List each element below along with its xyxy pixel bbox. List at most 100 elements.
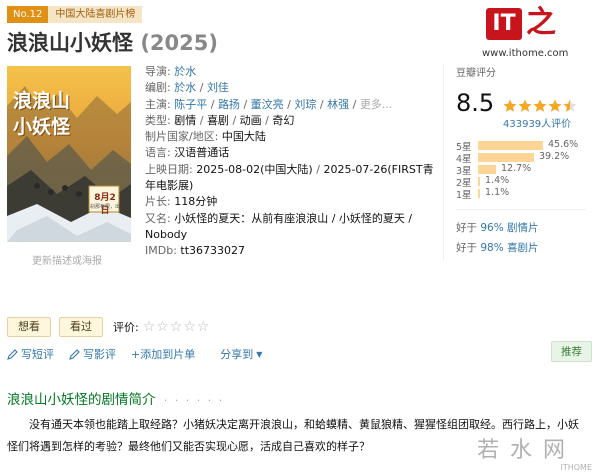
divider [443, 64, 444, 260]
separator: / [352, 97, 357, 111]
summary-title-dots: · · · · · · [163, 394, 225, 407]
rating-dist-label: 1星 [456, 190, 472, 201]
genre-value: 奇幻 [272, 113, 295, 127]
genre-value: 剧情 [174, 113, 197, 127]
better-than-genre-link[interactable]: 98% 喜剧片 [480, 242, 538, 254]
better-than-prefix: 好于 [456, 222, 477, 234]
cast-link[interactable]: 陈子平 [174, 98, 207, 111]
rating-dist-row: 4星 39.2% [456, 151, 596, 165]
better-than-prefix: 好于 [456, 242, 477, 254]
writer-link[interactable]: 於水 [174, 81, 196, 94]
separator: / [243, 97, 248, 111]
action-bar: 想看 看过 评价: ☆☆☆☆☆ [7, 317, 210, 337]
aka-value: 小妖怪的夏天：从前有座浪浪山 / 小妖怪的夏天 / Nobody [145, 211, 413, 241]
movie-year: (2025) [140, 31, 218, 55]
info-language-row: 语言: 汉语普通话 [145, 145, 435, 161]
better-than-row: 好于 96% 剧情片 [456, 218, 596, 238]
rating-dist-percent: 45.6% [548, 139, 579, 150]
info-director-row: 导演: 於水 [145, 64, 435, 80]
it-logo-mark: IT [486, 8, 522, 40]
separator: / [210, 97, 215, 111]
movie-info: 导演: 於水 编剧: 於水 / 刘佳 主演: 陈子平 / 路扬 / 董汶亮 / … [145, 64, 435, 260]
info-imdb-row: IMDb: tt36733027 [145, 243, 435, 259]
release-label: 上映日期: [145, 162, 193, 176]
write-review-label: 写影评 [83, 348, 116, 361]
share-dropdown[interactable]: 分享到 ▼ [220, 346, 262, 362]
release-date: 2025-08-02(中国大陆) [196, 162, 313, 176]
watermark: 若水网 [476, 438, 576, 463]
genre-label: 类型: [145, 113, 171, 127]
info-writer-row: 编剧: 於水 / 刘佳 [145, 80, 435, 96]
rating-dist-row: 3星 12.7% [456, 163, 596, 177]
ithome-logo: IT 之 www.ithome.com [482, 6, 592, 68]
rating-dist-row: 2星 1.4% [456, 175, 596, 189]
info-genre-row: 类型: 剧情 / 喜剧 / 动画 / 奇幻 [145, 113, 435, 129]
info-country-row: 制片国家/地区: 中国大陆 [145, 129, 435, 145]
better-than-genre-link[interactable]: 96% 剧情片 [480, 222, 538, 234]
score-row: 8.5 433939人评价 [456, 79, 596, 130]
write-review-button[interactable]: 写影评 [69, 346, 116, 362]
aka-label: 又名: [145, 211, 171, 225]
better-than-row: 好于 98% 喜剧片 [456, 238, 596, 258]
recommend-button[interactable]: 推荐 [551, 341, 592, 362]
genre-value: 喜剧 [206, 113, 229, 127]
stars-icon [503, 99, 577, 112]
language-value: 汉语普通话 [174, 146, 230, 160]
separator: / [199, 113, 204, 127]
rank-list-name[interactable]: 中国大陆喜剧片榜 [48, 6, 143, 23]
info-runtime-row: 片长: 118分钟 [145, 194, 435, 210]
write-short-review-button[interactable]: 写短评 [7, 346, 54, 362]
write-short-review-label: 写短评 [21, 348, 54, 361]
rating-dist-percent: 1.1% [485, 187, 510, 198]
cast-link[interactable]: 董汶亮 [251, 98, 284, 111]
poster-update-link[interactable]: 更新描述或海报 [32, 252, 102, 267]
rank-badge[interactable]: No.12 中国大陆喜剧片榜 [7, 6, 143, 23]
watermark-sub: ITHOME [560, 463, 592, 472]
summary-section-title: 浪浪山小妖怪的剧情简介 · · · · · · [7, 388, 224, 408]
separator: / [232, 113, 237, 127]
language-label: 语言: [145, 146, 171, 160]
cast-link[interactable]: 刘琮 [294, 98, 316, 111]
cast-link[interactable]: 林强 [327, 98, 349, 111]
cast-link[interactable]: 路扬 [218, 98, 240, 111]
pencil-icon [69, 348, 80, 360]
genre-value: 动画 [239, 113, 262, 127]
rate-label: 评价: [113, 321, 139, 334]
director-link[interactable]: 於水 [174, 65, 196, 78]
poster-title-art: 浪浪山小妖怪 [13, 90, 71, 138]
vote-count-link[interactable]: 433939人评价 [503, 115, 571, 130]
want-to-watch-button[interactable]: 想看 [7, 317, 51, 337]
writer-label: 编剧: [145, 81, 171, 95]
poster-tagline: 刹那有限，出发！ [90, 204, 120, 210]
country-value: 中国大陆 [221, 130, 266, 144]
separator: / [199, 81, 204, 95]
rating-dist-bar [478, 141, 543, 150]
separator: / [287, 97, 291, 111]
divider [456, 209, 586, 210]
cast-more-link[interactable]: 更多... [360, 98, 393, 111]
info-release-row: 上映日期: 2025-08-02(中国大陆) / 2025-07-26(FIRS… [145, 162, 435, 195]
add-to-list-button[interactable]: +添加到片单 [131, 346, 195, 362]
ithome-logo-glyph: 之 [526, 5, 556, 40]
director-label: 导演: [145, 65, 171, 78]
share-label: 分享到 [220, 348, 254, 361]
rate-stars-input[interactable]: ☆☆☆☆☆ [143, 319, 211, 335]
watched-button[interactable]: 看过 [59, 317, 103, 337]
imdb-label: IMDb: [145, 244, 177, 258]
info-cast-row: 主演: 陈子平 / 路扬 / 董汶亮 / 刘琮 / 林强 / 更多... [145, 97, 435, 113]
writer-link[interactable]: 刘佳 [207, 81, 229, 94]
separator: / [316, 162, 320, 176]
movie-poster[interactable]: 浪浪山小妖怪 8月2日 刹那有限，出发！ [7, 66, 131, 242]
rating-dist-bar [478, 153, 534, 162]
runtime-label: 片长: [145, 195, 171, 209]
rating-dist-bar [478, 177, 480, 186]
separator: / [265, 113, 269, 127]
runtime-value: 118分钟 [174, 195, 218, 209]
rating-dist-row: 1星 1.1% [456, 187, 596, 201]
cast-label: 主演: [145, 97, 171, 111]
country-label: 制片国家/地区: [145, 130, 219, 144]
rating-panel: 豆瓣评分 8.5 433939人评价 5星 45.6% 4星 39.2% 3星 12.7%… [456, 64, 596, 258]
movie-title: 浪浪山小妖怪 [7, 31, 133, 55]
rank-number: No.12 [7, 6, 49, 23]
rating-dist-percent: 12.7% [501, 163, 532, 174]
